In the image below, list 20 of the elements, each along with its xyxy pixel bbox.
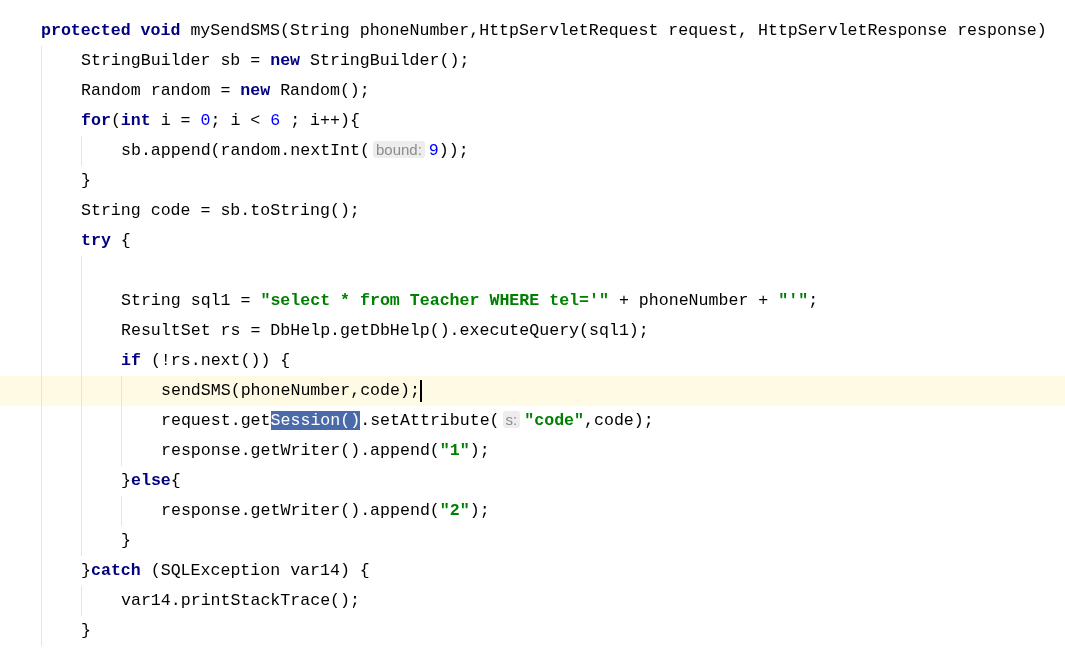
code-line: } (121, 530, 131, 552)
code-line: } (81, 620, 91, 642)
code-line: }catch (SQLException var14) { (81, 560, 370, 582)
code-line: response.getWriter().append("2"); (161, 500, 490, 522)
code-line: sb.append(random.nextInt( bound: 9)); (121, 140, 469, 162)
code-line: StringBuilder sb = new StringBuilder(); (81, 50, 470, 72)
code-line: }else{ (121, 470, 181, 492)
code-line: if (!rs.next()) { (121, 350, 291, 372)
code-line: var14.printStackTrace(); (121, 590, 360, 612)
code-line: String code = sb.toString(); (81, 200, 360, 222)
code-line: Random random = new Random(); (81, 80, 370, 102)
code-line: String sql1 = "select * from Teacher WHERE tel='" + phoneNumber + "'"; (121, 290, 819, 312)
code-line: response.getWriter().append("1"); (161, 440, 490, 462)
code-line: request.getSession().setAttribute( s: "code",code); (161, 410, 654, 432)
code-line: protected void mySendSMS(String phoneNumber,HttpServletRequest request, HttpServletResponse response) (41, 20, 1047, 42)
code-line: } (81, 170, 91, 192)
code-line: for(int i = 0; i < 6 ; i++){ (81, 110, 360, 132)
code-line: sendSMS(phoneNumber,code); (161, 378, 422, 404)
code-line: ResultSet rs = DbHelp.getDbHelp().executeQuery(sql1); (121, 320, 649, 342)
code-line: try { (81, 230, 131, 252)
